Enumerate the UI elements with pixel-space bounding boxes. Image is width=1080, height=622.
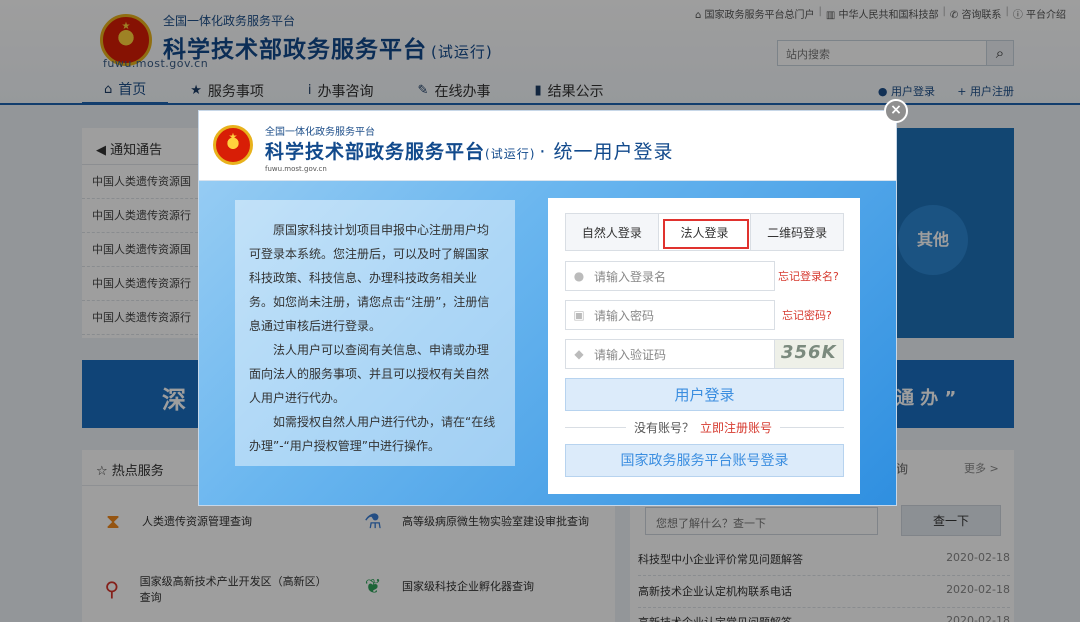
active-tab-highlight <box>663 219 749 249</box>
shield-icon: ◆ <box>574 347 584 361</box>
captcha-image[interactable]: 356K <box>774 339 844 369</box>
login-button[interactable]: 用户登录 <box>565 378 844 411</box>
tab-natural-person[interactable]: 自然人登录 <box>566 214 659 250</box>
forgot-username-link[interactable]: 忘记登录名? <box>778 268 839 284</box>
close-icon[interactable]: × <box>884 99 908 123</box>
modal-domain: fuwu.most.gov.cn <box>265 165 327 173</box>
modal-sup-title: 全国一体化政务服务平台 <box>265 127 375 138</box>
login-panel: 自然人登录 法人登录 二维码登录 ● 请输入登录名 忘记登录名? ▣ 请输入密码 忘… <box>548 198 860 494</box>
login-info-box: 原国家科技计划项目申报中心注册用户均可登录本系统。您注册后，可以及时了解国家科技… <box>235 200 515 466</box>
info-paragraph: 如需授权自然人用户进行代办，请在“在线办理”-“用户授权管理”中进行操作。 <box>249 415 496 453</box>
captcha-field[interactable]: ◆ 请输入验证码 <box>565 339 775 369</box>
modal-header: 全国一体化政务服务平台 科学技术部政务服务平台(试运行)· 统一用户登录 fuw… <box>199 111 896 181</box>
forgot-password-link[interactable]: 忘记密码? <box>782 307 832 323</box>
no-account-text: 没有账号？ 立即注册账号 <box>626 419 781 436</box>
lock-icon: ▣ <box>573 308 585 322</box>
user-icon: ● <box>573 269 585 283</box>
modal-title: 科学技术部政务服务平台(试运行) · 统一用户登录 <box>265 141 674 163</box>
register-link[interactable]: 立即注册账号 <box>700 421 772 435</box>
national-emblem-logo <box>213 125 253 165</box>
password-field[interactable]: ▣ 请输入密码 <box>565 300 775 330</box>
gov-platform-login-button[interactable]: 国家政务服务平台账号登录 <box>565 444 844 477</box>
tab-qr-code[interactable]: 二维码登录 <box>751 214 844 250</box>
info-paragraph: 原国家科技计划项目申报中心注册用户均可登录本系统。您注册后，可以及时了解国家科技… <box>249 223 490 333</box>
info-paragraph: 法人用户可以查阅有关信息、申请或办理面向法人的服务事项、并且可以授权有关自然人用… <box>249 343 490 405</box>
username-field[interactable]: ● 请输入登录名 <box>565 261 775 291</box>
